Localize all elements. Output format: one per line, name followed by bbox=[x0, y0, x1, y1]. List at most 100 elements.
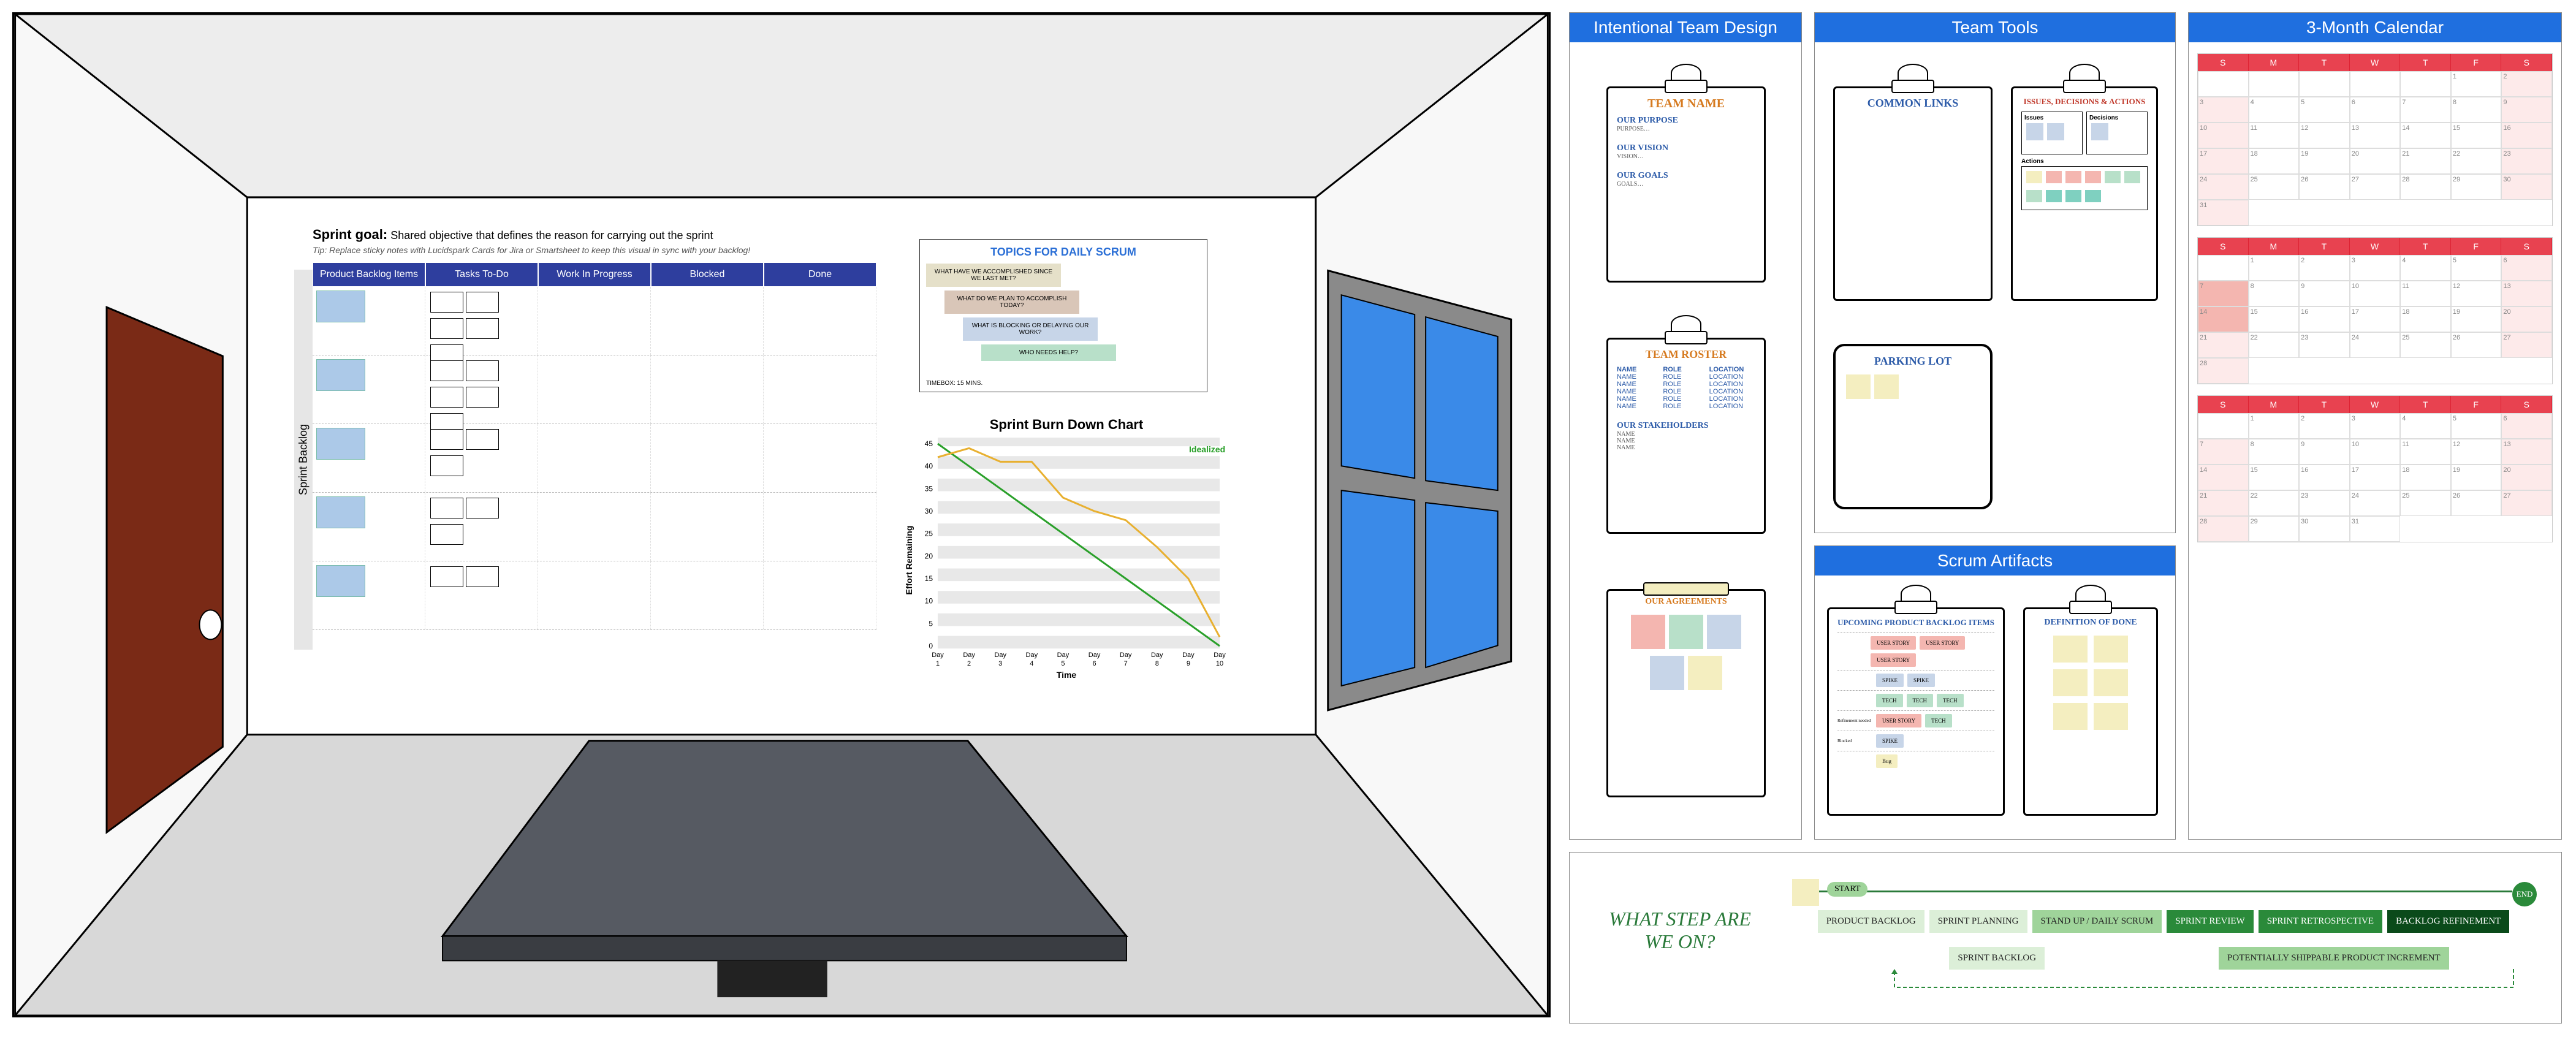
calendar-day[interactable]: 5 bbox=[2299, 97, 2350, 123]
calendar-day[interactable]: 22 bbox=[2249, 332, 2300, 358]
task-card[interactable] bbox=[430, 498, 463, 518]
calendar-day[interactable]: 23 bbox=[2501, 148, 2552, 174]
task-card[interactable] bbox=[466, 566, 499, 587]
agreement-sticky[interactable] bbox=[1688, 656, 1722, 690]
calendar-day[interactable]: 27 bbox=[2501, 332, 2552, 358]
pbl-item[interactable]: USER STORY bbox=[1876, 714, 1921, 727]
calendar-day[interactable]: 26 bbox=[2451, 332, 2502, 358]
agreement-sticky[interactable] bbox=[1707, 615, 1741, 649]
calendar-day[interactable]: 6 bbox=[2350, 97, 2401, 123]
task-card[interactable] bbox=[430, 360, 463, 381]
calendar-month[interactable]: SMTWTFS123456789101112131415161718192021… bbox=[2197, 53, 2553, 226]
calendar-day[interactable]: 20 bbox=[2501, 306, 2552, 332]
calendar-day[interactable]: 6 bbox=[2501, 413, 2552, 439]
step-node[interactable]: POTENTIALLY SHIPPABLE PRODUCT INCREMENT bbox=[2219, 947, 2449, 970]
calendar-day[interactable]: 2 bbox=[2501, 71, 2552, 97]
calendar-day[interactable]: 11 bbox=[2400, 281, 2451, 306]
calendar-day[interactable]: 29 bbox=[2249, 516, 2300, 542]
ida-card[interactable]: ISSUES, DECISIONS & ACTIONS Issues Decis… bbox=[2011, 86, 2158, 301]
kanban-cell[interactable] bbox=[425, 355, 538, 424]
kanban-cell[interactable] bbox=[764, 355, 876, 424]
action-sticky[interactable] bbox=[2124, 171, 2140, 183]
pbl-item[interactable]: TECH bbox=[1937, 694, 1964, 707]
calendar-day[interactable]: 10 bbox=[2350, 439, 2401, 465]
calendar-day[interactable]: 10 bbox=[2198, 123, 2249, 148]
calendar-day[interactable]: 17 bbox=[2350, 306, 2401, 332]
calendar-day[interactable]: 9 bbox=[2501, 97, 2552, 123]
pbl-item[interactable]: TECH bbox=[1907, 694, 1934, 707]
agreement-sticky[interactable] bbox=[1650, 656, 1684, 690]
calendar-day[interactable]: 18 bbox=[2400, 306, 2451, 332]
pbl-item[interactable]: USER STORY bbox=[1871, 653, 1916, 667]
pbi-sticky[interactable] bbox=[316, 359, 365, 391]
calendar-day[interactable]: 1 bbox=[2249, 413, 2300, 439]
calendar-day[interactable]: 2 bbox=[2299, 413, 2350, 439]
kanban-cell[interactable] bbox=[764, 287, 876, 355]
calendar-day[interactable]: 28 bbox=[2198, 516, 2249, 542]
calendar-day[interactable]: 2 bbox=[2299, 255, 2350, 281]
kanban-cell[interactable] bbox=[538, 493, 651, 561]
calendar-day[interactable]: 11 bbox=[2249, 123, 2300, 148]
task-card[interactable] bbox=[430, 318, 463, 339]
calendar-day[interactable]: 22 bbox=[2451, 148, 2502, 174]
calendar-day[interactable]: 22 bbox=[2249, 490, 2300, 516]
calendar-day[interactable]: 18 bbox=[2400, 465, 2451, 490]
pbl-item[interactable]: Bug bbox=[1876, 754, 1898, 768]
calendar-day[interactable]: 3 bbox=[2198, 97, 2249, 123]
calendar-day[interactable]: 21 bbox=[2198, 332, 2249, 358]
pbl-item[interactable]: SPIKE bbox=[1876, 734, 1904, 748]
calendar-day[interactable]: 5 bbox=[2451, 255, 2502, 281]
calendar-day[interactable]: 12 bbox=[2451, 439, 2502, 465]
calendar-day[interactable]: 15 bbox=[2249, 465, 2300, 490]
calendar-day[interactable]: 31 bbox=[2198, 200, 2249, 226]
calendar-day[interactable]: 3 bbox=[2350, 413, 2401, 439]
calendar-day[interactable]: 16 bbox=[2299, 465, 2350, 490]
kanban-cell[interactable] bbox=[651, 424, 764, 492]
step-marker-sticky[interactable] bbox=[1792, 879, 1819, 906]
calendar-day[interactable]: 16 bbox=[2501, 123, 2552, 148]
calendar-day[interactable]: 6 bbox=[2501, 255, 2552, 281]
calendar-day[interactable]: 29 bbox=[2451, 174, 2502, 200]
calendar-day[interactable]: 30 bbox=[2299, 516, 2350, 542]
calendar-day[interactable]: 13 bbox=[2501, 439, 2552, 465]
action-sticky[interactable] bbox=[2065, 190, 2081, 202]
calendar-day[interactable]: 20 bbox=[2350, 148, 2401, 174]
task-card[interactable] bbox=[430, 292, 463, 313]
calendar-day[interactable]: 19 bbox=[2451, 465, 2502, 490]
kanban-cell[interactable] bbox=[764, 424, 876, 492]
kanban-cell[interactable] bbox=[538, 561, 651, 629]
step-node[interactable]: BACKLOG REFINEMENT bbox=[2387, 910, 2509, 933]
step-node[interactable]: STAND UP / DAILY SCRUM bbox=[2032, 910, 2162, 933]
common-links-card[interactable]: COMMON LINKS bbox=[1833, 86, 1993, 301]
calendar-day[interactable]: 25 bbox=[2400, 490, 2451, 516]
kanban-cell[interactable] bbox=[425, 287, 538, 355]
step-node[interactable]: PRODUCT BACKLOG bbox=[1818, 910, 1924, 933]
calendar-day[interactable]: 7 bbox=[2400, 97, 2451, 123]
kanban-cell[interactable] bbox=[651, 561, 764, 629]
calendar-day[interactable]: 4 bbox=[2400, 255, 2451, 281]
calendar-day[interactable]: 25 bbox=[2400, 332, 2451, 358]
task-card[interactable] bbox=[466, 292, 499, 313]
pbl-item[interactable]: USER STORY bbox=[1871, 636, 1916, 650]
kanban-cell[interactable] bbox=[425, 561, 538, 629]
step-node[interactable]: SPRINT PLANNING bbox=[1929, 910, 2027, 933]
calendar-day[interactable]: 9 bbox=[2299, 439, 2350, 465]
kanban-cell[interactable] bbox=[651, 355, 764, 424]
pbi-sticky[interactable] bbox=[316, 291, 365, 322]
calendar-day[interactable]: 8 bbox=[2451, 97, 2502, 123]
kanban-cell[interactable] bbox=[313, 493, 425, 561]
pbl-item[interactable]: USER STORY bbox=[1920, 636, 1965, 650]
calendar-day[interactable]: 31 bbox=[2350, 516, 2401, 542]
calendar-day[interactable]: 7 bbox=[2198, 281, 2249, 306]
calendar-day[interactable]: 20 bbox=[2501, 465, 2552, 490]
upcoming-pbl-card[interactable]: UPCOMING PRODUCT BACKLOG ITEMS USER STOR… bbox=[1827, 607, 2005, 816]
kanban-cell[interactable] bbox=[538, 287, 651, 355]
task-card[interactable] bbox=[466, 429, 499, 450]
action-sticky[interactable] bbox=[2026, 171, 2042, 183]
dod-card[interactable]: DEFINITION OF DONE bbox=[2023, 607, 2158, 816]
task-card[interactable] bbox=[466, 498, 499, 518]
team-roster-card[interactable]: TEAM ROSTER NAMEROLELOCATIONNAMEROLELOCA… bbox=[1606, 338, 1766, 534]
calendar-day[interactable]: 17 bbox=[2198, 148, 2249, 174]
kanban-cell[interactable] bbox=[538, 355, 651, 424]
calendar-day[interactable]: 24 bbox=[2198, 174, 2249, 200]
